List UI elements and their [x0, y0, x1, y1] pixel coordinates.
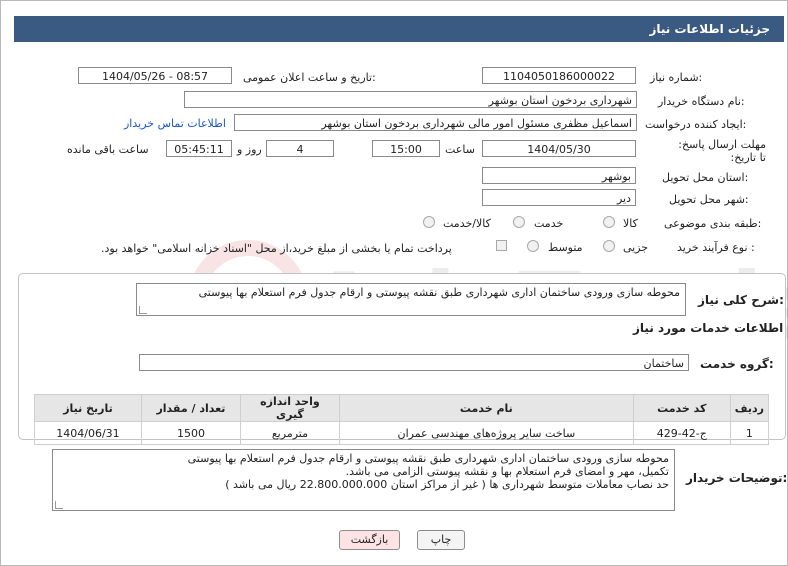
treasury-payment-checkbox[interactable]	[496, 240, 507, 251]
back-button[interactable]: بازگشت	[339, 530, 400, 550]
city-label: شهر محل تحویل:	[669, 193, 749, 206]
days-remaining-field: 4	[266, 140, 334, 157]
buyer-notes-label: توضیحات خریدار:	[686, 471, 788, 485]
category-service-radio[interactable]	[513, 216, 525, 228]
deadline-time-label: ساعت	[445, 143, 475, 156]
summary-text: محوطه سازی ورودی ساختمان اداری شهرداری ط…	[198, 286, 680, 299]
resize-handle-icon[interactable]	[55, 501, 63, 509]
summary-textarea: محوطه سازی ورودی ساختمان اداری شهرداری ط…	[136, 283, 686, 316]
buyer-notes-line: محوطه سازی ورودی ساختمان اداری شهرداری ط…	[187, 452, 669, 465]
table-row: 1404/06/31 1500 مترمربع ساخت سایر پروژه‌…	[34, 421, 770, 445]
province-label: استان محل تحویل:	[662, 171, 749, 184]
buyer-contact-link[interactable]: اطلاعات تماس خریدار	[124, 117, 226, 130]
purchase-minor-radio[interactable]	[603, 240, 615, 252]
page-header: جزئیات اطلاعات نیاز	[14, 16, 784, 42]
treasury-payment-note: پرداخت تمام یا بخشی از مبلغ خرید،از محل …	[101, 242, 452, 255]
creator-field: اسماعیل مظفری مسئول امور مالی شهرداری بر…	[234, 114, 637, 131]
deadline-time-field: 15:00	[372, 140, 440, 157]
announce-label: تاریخ و ساعت اعلان عمومی:	[243, 71, 376, 84]
creator-label: ایجاد کننده درخواست:	[645, 118, 747, 131]
buyer-notes-line: حد نصاب معاملات متوسط شهرداری ها ( غیر ا…	[225, 478, 669, 491]
purchase-option-minor: جزیی	[623, 241, 649, 254]
purchase-medium-radio[interactable]	[527, 240, 539, 252]
service-group-label: گروه خدمت:	[700, 357, 774, 371]
remaining-time-label: ساعت باقی مانده	[67, 143, 149, 156]
header-unit: واحد اندازه گیری	[239, 394, 340, 422]
category-option-goods-service: کالا/خدمت	[443, 217, 491, 230]
buyer-org-label: نام دستگاه خریدار:	[658, 95, 745, 108]
need-number-field: 1104050186000022	[482, 67, 636, 84]
city-field: دیر	[482, 189, 636, 206]
province-field: بوشهر	[482, 167, 636, 184]
announce-date-field: 1404/05/26 - 08:57	[78, 67, 232, 84]
header-need-date: تاریخ نیاز	[34, 394, 142, 422]
header-service-name: نام خدمت	[338, 394, 634, 422]
deadline-label: مهلت ارسال پاسخ: تا تاریخ:	[678, 138, 766, 164]
buyer-notes-textarea: محوطه سازی ورودی ساختمان اداری شهرداری ط…	[52, 449, 675, 511]
deadline-date-field: 1404/05/30	[482, 140, 636, 157]
category-goods-radio[interactable]	[603, 216, 615, 228]
summary-label: شرح کلی نیاز:	[698, 293, 784, 307]
service-group-field: ساختمان	[139, 354, 689, 371]
page-title: جزئیات اطلاعات نیاز	[649, 22, 770, 36]
purchase-option-medium: متوسط	[548, 241, 583, 254]
cell-service-name: ساخت سایر پروژه‌های مهندسی عمران	[338, 421, 634, 445]
header-service-code: کد خدمت	[632, 394, 731, 422]
need-number-label: شماره نیاز:	[650, 71, 703, 84]
cell-service-code: ج-42-429	[632, 421, 731, 445]
print-button[interactable]: چاپ	[417, 530, 465, 550]
resize-handle-icon[interactable]	[139, 306, 147, 314]
purchase-type-label: نوع فرآیند خرید :	[677, 241, 755, 254]
days-label: روز و	[237, 143, 262, 156]
buyer-org-field: شهرداری بردخون استان بوشهر	[184, 91, 637, 108]
services-table: تاریخ نیاز تعداد / مقدار واحد اندازه گیر…	[34, 394, 770, 445]
buyer-notes-line: تکمیل، مهر و امضای فرم استعلام بها و نقش…	[345, 465, 669, 478]
table-header-row: تاریخ نیاز تعداد / مقدار واحد اندازه گیر…	[34, 394, 770, 422]
cell-quantity: 1500	[140, 421, 241, 445]
cell-row-number: 1	[729, 421, 770, 445]
cell-need-date: 1404/06/31	[34, 421, 142, 445]
header-row-number: ردیف	[729, 394, 770, 422]
services-section-title: اطلاعات خدمات مورد نیاز	[633, 321, 784, 335]
header-quantity: تعداد / مقدار	[140, 394, 241, 422]
category-goods-service-radio[interactable]	[423, 216, 435, 228]
remaining-time-field: 05:45:11	[166, 140, 232, 157]
category-label: طبقه بندی موضوعی:	[664, 217, 762, 230]
category-option-service: خدمت	[534, 217, 564, 230]
category-option-goods: کالا	[623, 217, 638, 230]
cell-unit: مترمربع	[239, 421, 340, 445]
